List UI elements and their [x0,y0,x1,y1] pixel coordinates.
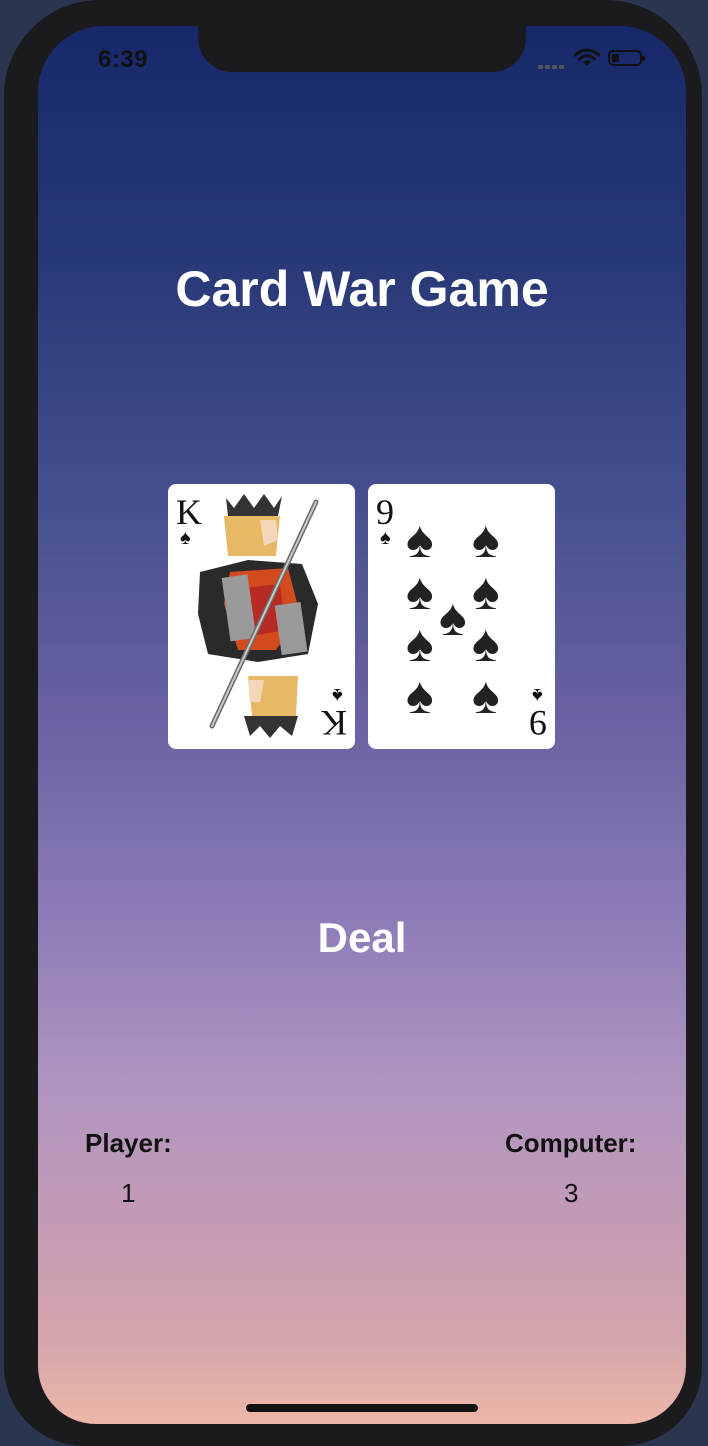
computer-card-suit-top: ♠ [380,527,391,549]
spade-pip-icon: ♠ [406,563,434,621]
spade-pip-icon: ♠ [472,615,500,673]
player-card-rank-bottom: K [321,703,347,743]
home-indicator[interactable] [246,1404,478,1412]
spade-pip-icon: ♠ [439,589,467,647]
computer-card-rank-top: 9 [376,492,394,532]
spade-pip-icon: ♠ [472,667,500,725]
computer-card-suit-bottom: ♠ [532,684,543,706]
page-title: Card War Game [175,261,549,317]
spade-pip-icon: ♠ [406,615,434,673]
spade-pip-icon: ♠ [472,563,500,621]
player-score-value: 1 [121,1178,136,1208]
player-card: K ♠ K ♠ [168,484,355,749]
phone-bezel: 6:39 Card War Game K ♠ K ♠ 9 ♠ ♠ ♠ ♠ ♠ ♠… [4,0,702,1446]
signal-dots-icon [538,56,566,74]
player-card-suit-bottom: ♠ [332,684,343,706]
app-screen: 6:39 Card War Game K ♠ K ♠ 9 ♠ ♠ ♠ ♠ ♠ ♠… [38,26,686,1424]
computer-score-value: 3 [564,1178,579,1208]
player-score-label: Player: [85,1128,172,1158]
computer-card-rank-bottom: 9 [529,703,547,743]
spade-pip-icon: ♠ [472,511,500,569]
deal-button[interactable]: Deal [262,908,462,968]
device-notch [198,26,526,72]
computer-score-label: Computer: [505,1128,637,1158]
spade-pip-icon: ♠ [406,667,434,725]
spade-pip-icon: ♠ [406,511,434,569]
battery-icon [608,50,645,66]
status-time: 6:39 [98,46,149,73]
computer-card: 9 ♠ ♠ ♠ ♠ ♠ ♠ ♠ ♠ ♠ ♠ 9 ♠ [368,484,555,749]
wifi-icon [574,48,600,66]
